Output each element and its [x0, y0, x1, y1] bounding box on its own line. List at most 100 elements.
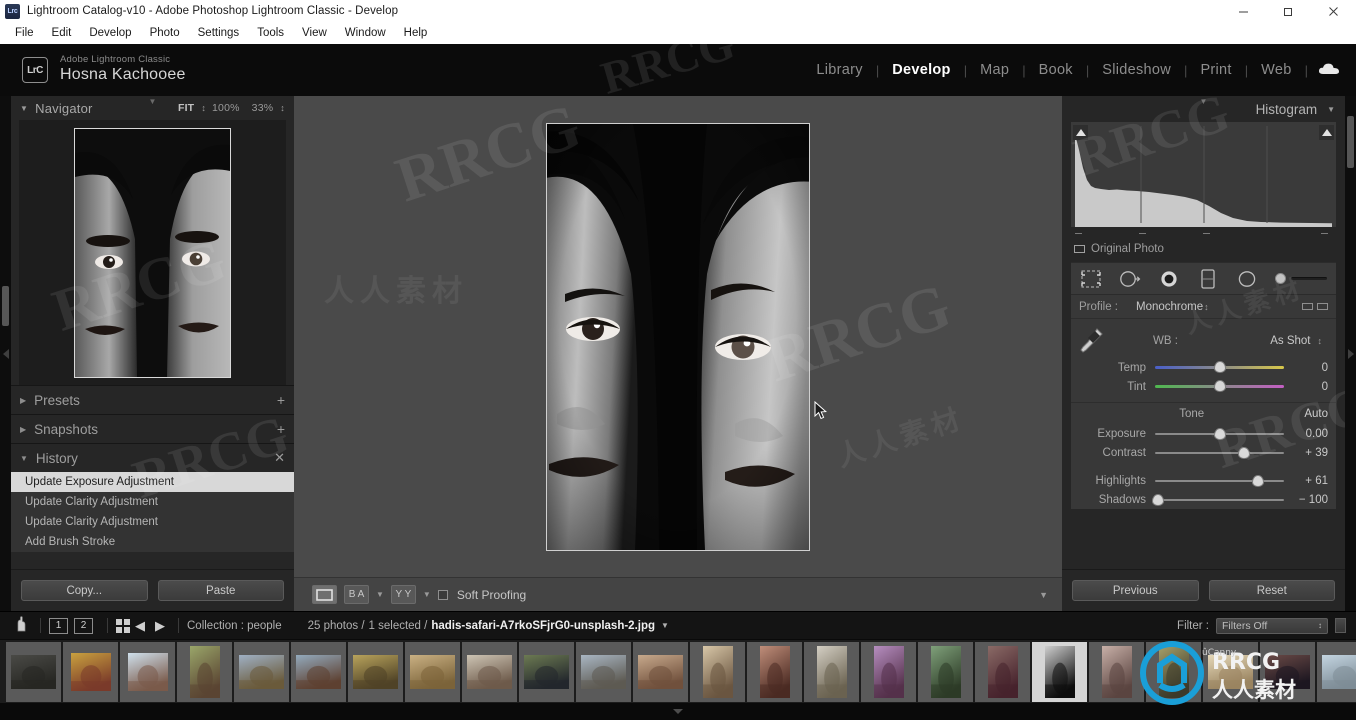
- copy-button[interactable]: Copy...: [21, 580, 148, 601]
- navigator-preview-box[interactable]: [19, 120, 286, 385]
- temp-slider-row[interactable]: Temp 0: [1071, 358, 1336, 377]
- right-scroll-thumb[interactable]: [1347, 116, 1354, 168]
- filmstrip-thumbnail[interactable]: [1203, 641, 1258, 702]
- contrast-slider-track[interactable]: [1155, 446, 1284, 459]
- lightroom-badge-icon[interactable]: LrC: [22, 57, 48, 83]
- lights-out-icon[interactable]: [14, 616, 28, 635]
- forward-arrow-icon[interactable]: ▶: [150, 618, 170, 634]
- snapshots-add-icon[interactable]: +: [277, 421, 285, 437]
- highlights-slider-track[interactable]: [1155, 474, 1284, 487]
- filmstrip-thumbnail[interactable]: [1089, 641, 1144, 702]
- adjustment-brush-control[interactable]: [1275, 273, 1327, 284]
- filmstrip-thumbnail[interactable]: [1032, 641, 1087, 702]
- grid-view-icon[interactable]: [116, 618, 130, 633]
- filmstrip-thumbnail[interactable]: [690, 641, 745, 702]
- monitor-2-button[interactable]: 2: [74, 617, 93, 634]
- menu-help[interactable]: Help: [395, 25, 437, 41]
- shadows-slider-track[interactable]: [1151, 493, 1284, 506]
- profile-spinner-icon[interactable]: ↕: [1204, 302, 1209, 312]
- white-balance-spinner-icon[interactable]: ↕: [1318, 336, 1323, 346]
- history-item[interactable]: Update Exposure Adjustment: [11, 472, 294, 492]
- filename-caret-icon[interactable]: ▼: [661, 621, 669, 630]
- original-photo-toggle[interactable]: Original Photo: [1062, 240, 1345, 260]
- module-book[interactable]: Book: [1026, 62, 1086, 78]
- left-panel-collapse-dot-icon[interactable]: ▼: [149, 97, 157, 106]
- reset-button[interactable]: Reset: [1208, 580, 1335, 601]
- exposure-slider-track[interactable]: [1155, 427, 1284, 440]
- filmstrip-thumbnail[interactable]: [348, 641, 403, 702]
- filmstrip[interactable]: [0, 639, 1356, 703]
- back-arrow-icon[interactable]: ◀: [130, 618, 150, 634]
- history-item[interactable]: Update Clarity Adjustment: [11, 492, 294, 512]
- right-panel-collapse-handle[interactable]: [1345, 96, 1356, 611]
- monitor-1-button[interactable]: 1: [49, 617, 68, 634]
- filmstrip-thumbnail[interactable]: [462, 641, 517, 702]
- tint-slider-track[interactable]: [1155, 380, 1284, 392]
- left-panel-collapse-handle[interactable]: [0, 96, 11, 611]
- collection-label[interactable]: Collection : people: [187, 620, 282, 632]
- white-balance-value[interactable]: As Shot: [1270, 335, 1310, 347]
- before-after-view-button[interactable]: B A: [344, 585, 369, 604]
- previous-button[interactable]: Previous: [1072, 580, 1199, 601]
- tint-slider-row[interactable]: Tint 0: [1071, 377, 1336, 396]
- filmstrip-thumbnail[interactable]: [63, 641, 118, 702]
- navigator-100-option[interactable]: 100%: [206, 102, 246, 114]
- menu-tools[interactable]: Tools: [248, 25, 293, 41]
- temp-slider-track[interactable]: [1155, 361, 1284, 373]
- before-after-caret-icon[interactable]: ▼: [376, 590, 384, 599]
- right-collapse-arrow-icon[interactable]: [1347, 348, 1354, 359]
- shadow-clipping-indicator[interactable]: [1073, 125, 1088, 140]
- contrast-slider-row[interactable]: Contrast + 39: [1071, 443, 1336, 462]
- presets-header[interactable]: ▶ Presets +: [11, 386, 294, 414]
- menu-window[interactable]: Window: [336, 25, 395, 41]
- tone-auto-button[interactable]: Auto: [1304, 408, 1328, 420]
- contrast-slider-knob[interactable]: [1238, 446, 1250, 459]
- highlight-clipping-indicator[interactable]: [1319, 125, 1334, 140]
- radial-filter-icon[interactable]: [1236, 269, 1258, 289]
- cloud-sync-icon[interactable]: [1318, 62, 1340, 79]
- presets-caret-icon[interactable]: ▶: [20, 396, 26, 405]
- navigator-preview-image[interactable]: [74, 127, 231, 378]
- paste-button[interactable]: Paste: [157, 580, 284, 601]
- snapshots-caret-icon[interactable]: ▶: [20, 425, 26, 434]
- history-caret-icon[interactable]: ▼: [20, 454, 28, 463]
- highlights-slider-knob[interactable]: [1252, 474, 1265, 487]
- menu-develop[interactable]: Develop: [80, 25, 140, 41]
- module-web[interactable]: Web: [1248, 62, 1304, 78]
- filmstrip-thumbnail[interactable]: [1260, 641, 1315, 702]
- filter-spinner-icon[interactable]: ↕: [1318, 621, 1322, 630]
- filmstrip-thumbnail[interactable]: [177, 641, 232, 702]
- filmstrip-thumbnail[interactable]: [6, 641, 61, 702]
- main-photo[interactable]: [546, 122, 810, 551]
- close-button[interactable]: [1311, 0, 1356, 22]
- exposure-slider-row[interactable]: Exposure 0.00: [1071, 424, 1336, 443]
- navigator-custom-zoom-option[interactable]: 33%: [246, 102, 280, 114]
- filmstrip-thumbnail[interactable]: [747, 641, 802, 702]
- menu-view[interactable]: View: [293, 25, 336, 41]
- snapshots-header[interactable]: ▶ Snapshots +: [11, 415, 294, 443]
- red-eye-correction-icon[interactable]: [1158, 269, 1180, 289]
- profile-browser-icon[interactable]: [1302, 303, 1328, 310]
- filmstrip-thumbnail[interactable]: [234, 641, 289, 702]
- menu-settings[interactable]: Settings: [189, 25, 249, 41]
- filmstrip-thumbnail[interactable]: [120, 641, 175, 702]
- filmstrip-thumbnail[interactable]: [861, 641, 916, 702]
- filmstrip-thumbnail[interactable]: [405, 641, 460, 702]
- history-clear-icon[interactable]: ✕: [274, 450, 285, 466]
- histogram-caret-icon[interactable]: ▼: [1327, 105, 1335, 114]
- menu-edit[interactable]: Edit: [43, 25, 81, 41]
- history-item[interactable]: Add Brush Stroke: [11, 532, 294, 552]
- profile-row[interactable]: Profile : Monochrome ↕: [1071, 295, 1336, 319]
- filmstrip-thumbnail[interactable]: [1146, 641, 1201, 702]
- filter-lock-button[interactable]: [1335, 618, 1346, 633]
- maximize-button[interactable]: [1266, 0, 1311, 22]
- shadows-slider-knob[interactable]: [1151, 493, 1164, 506]
- right-panel-collapse-dot-icon[interactable]: ▼: [1200, 97, 1208, 106]
- module-slideshow[interactable]: Slideshow: [1089, 62, 1184, 78]
- loupe-view-button[interactable]: [312, 585, 337, 604]
- toolbar-options-caret-icon[interactable]: ▼: [1039, 590, 1048, 600]
- history-item[interactable]: Update Clarity Adjustment: [11, 512, 294, 532]
- navigator-fit-option[interactable]: FIT: [172, 102, 200, 114]
- yy-view-button[interactable]: Y Y: [390, 585, 416, 604]
- profile-value[interactable]: Monochrome: [1136, 301, 1203, 313]
